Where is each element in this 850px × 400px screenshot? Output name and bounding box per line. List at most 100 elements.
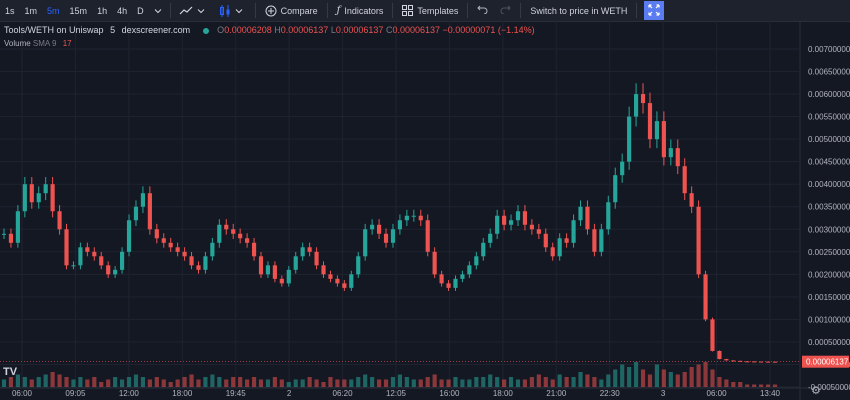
candle-body [286,269,291,284]
x-tick-label: 12:00 [119,389,140,398]
candle-body [85,247,90,252]
candle-body [578,206,583,221]
volume-bar [536,374,541,387]
volume-bar [425,377,430,387]
candle-body [376,224,382,234]
y-tick-label: 0.00350000 [808,203,850,212]
candle-body [432,251,437,275]
volume-bar [578,372,583,387]
candle-body [418,215,423,221]
volume-bar [335,379,340,387]
x-tick-label: 06:20 [333,389,354,398]
y-tick-label: 0.00500000 [808,135,850,144]
volume-bar [557,374,562,387]
candle-body [133,206,139,221]
candle-body [293,256,298,270]
candle-body [321,265,326,275]
candle-body [224,224,229,230]
volume-bar [689,367,694,387]
candle-body [620,161,625,176]
volume-bar [168,382,173,387]
candle-body [640,94,646,104]
volume-bar [245,379,250,387]
y-tick-label: 0.00700000 [808,45,850,54]
candle-body [731,360,736,362]
candle-body [529,224,534,230]
candle-body [349,274,354,288]
candle-body [272,265,277,279]
volume-bar [467,379,472,387]
volume-bar [238,377,243,387]
volume-bar [585,374,590,387]
candle-body [106,265,111,275]
volume-bar [515,379,521,387]
volume-bar [550,379,555,387]
volume-bar [488,374,493,387]
candle-body [196,265,201,270]
volume-bar [251,377,257,387]
candle-body [356,256,361,275]
candle-body [675,148,680,167]
candle-body [627,116,632,162]
volume-bar [36,377,41,387]
candles [1,83,778,363]
candle-body [633,94,639,117]
candle-body [203,256,208,270]
candle-body [78,247,83,266]
candle-body [564,238,569,243]
chart-grid [0,21,850,400]
volume-bar [106,379,111,387]
candle-body [425,220,430,252]
volume-bar [272,377,277,387]
volume-bar [175,379,180,387]
candle-body [661,121,666,158]
candle-body [654,121,660,140]
ohlc-values: O0.00006208 H0.00006137 L0.00006137 C0.0… [217,25,534,35]
volume-bar [189,374,194,387]
volume-bar [376,379,382,387]
volume-bar [696,364,701,387]
volume-bar [161,379,166,387]
volume-bar [78,377,83,387]
volume-bar [43,374,48,387]
time-axis: 06:00 09:05 12:00 18:00 19:45 2 06:20 12:05 16:0… [12,389,781,398]
volume-bar [113,377,118,387]
candle-body [64,229,69,266]
candle-body [752,361,757,363]
candle-body [481,242,486,257]
volume-bar [370,377,375,387]
volume-legend[interactable]: Volume SMA 9 17 [4,39,72,48]
volume-bar [661,369,666,387]
candle-body [543,233,548,248]
volume-bar [8,377,14,387]
volume-bar [675,374,680,387]
y-tick-label: 0.00100000 [808,315,850,324]
volume-bar [606,374,611,387]
candle-body [113,269,118,275]
candle-body [43,184,48,194]
volume-bar [307,377,312,387]
candle-body [571,220,576,243]
tradingview-logo[interactable]: TV [3,366,17,378]
volume-bar [474,377,479,387]
volume-bars [1,362,778,387]
volume-bar [571,377,576,387]
candle-body [467,265,472,275]
y-tick-label: 0.00450000 [808,158,850,167]
volume-bar [50,372,55,387]
price-chart[interactable]: 0.00700000 0.00650000 0.00600000 0.00550000… [0,0,850,400]
x-tick-label: 13:40 [760,389,781,398]
volume-bar [710,369,715,387]
candle-body [258,256,264,275]
candle-body [251,242,257,257]
candle-body [439,274,444,284]
candle-body [474,256,479,266]
volume-bar [356,377,361,387]
pair-title[interactable]: Tools/WETH on Uniswap [4,25,104,35]
candle-body [231,229,236,234]
low-value: 0.00006137 [335,25,384,35]
y-tick-label: 0.00650000 [808,68,850,77]
settings-gear-icon[interactable]: ⚙ [811,384,821,397]
x-tick-label: 19:45 [226,389,247,398]
candle-body [99,256,104,266]
